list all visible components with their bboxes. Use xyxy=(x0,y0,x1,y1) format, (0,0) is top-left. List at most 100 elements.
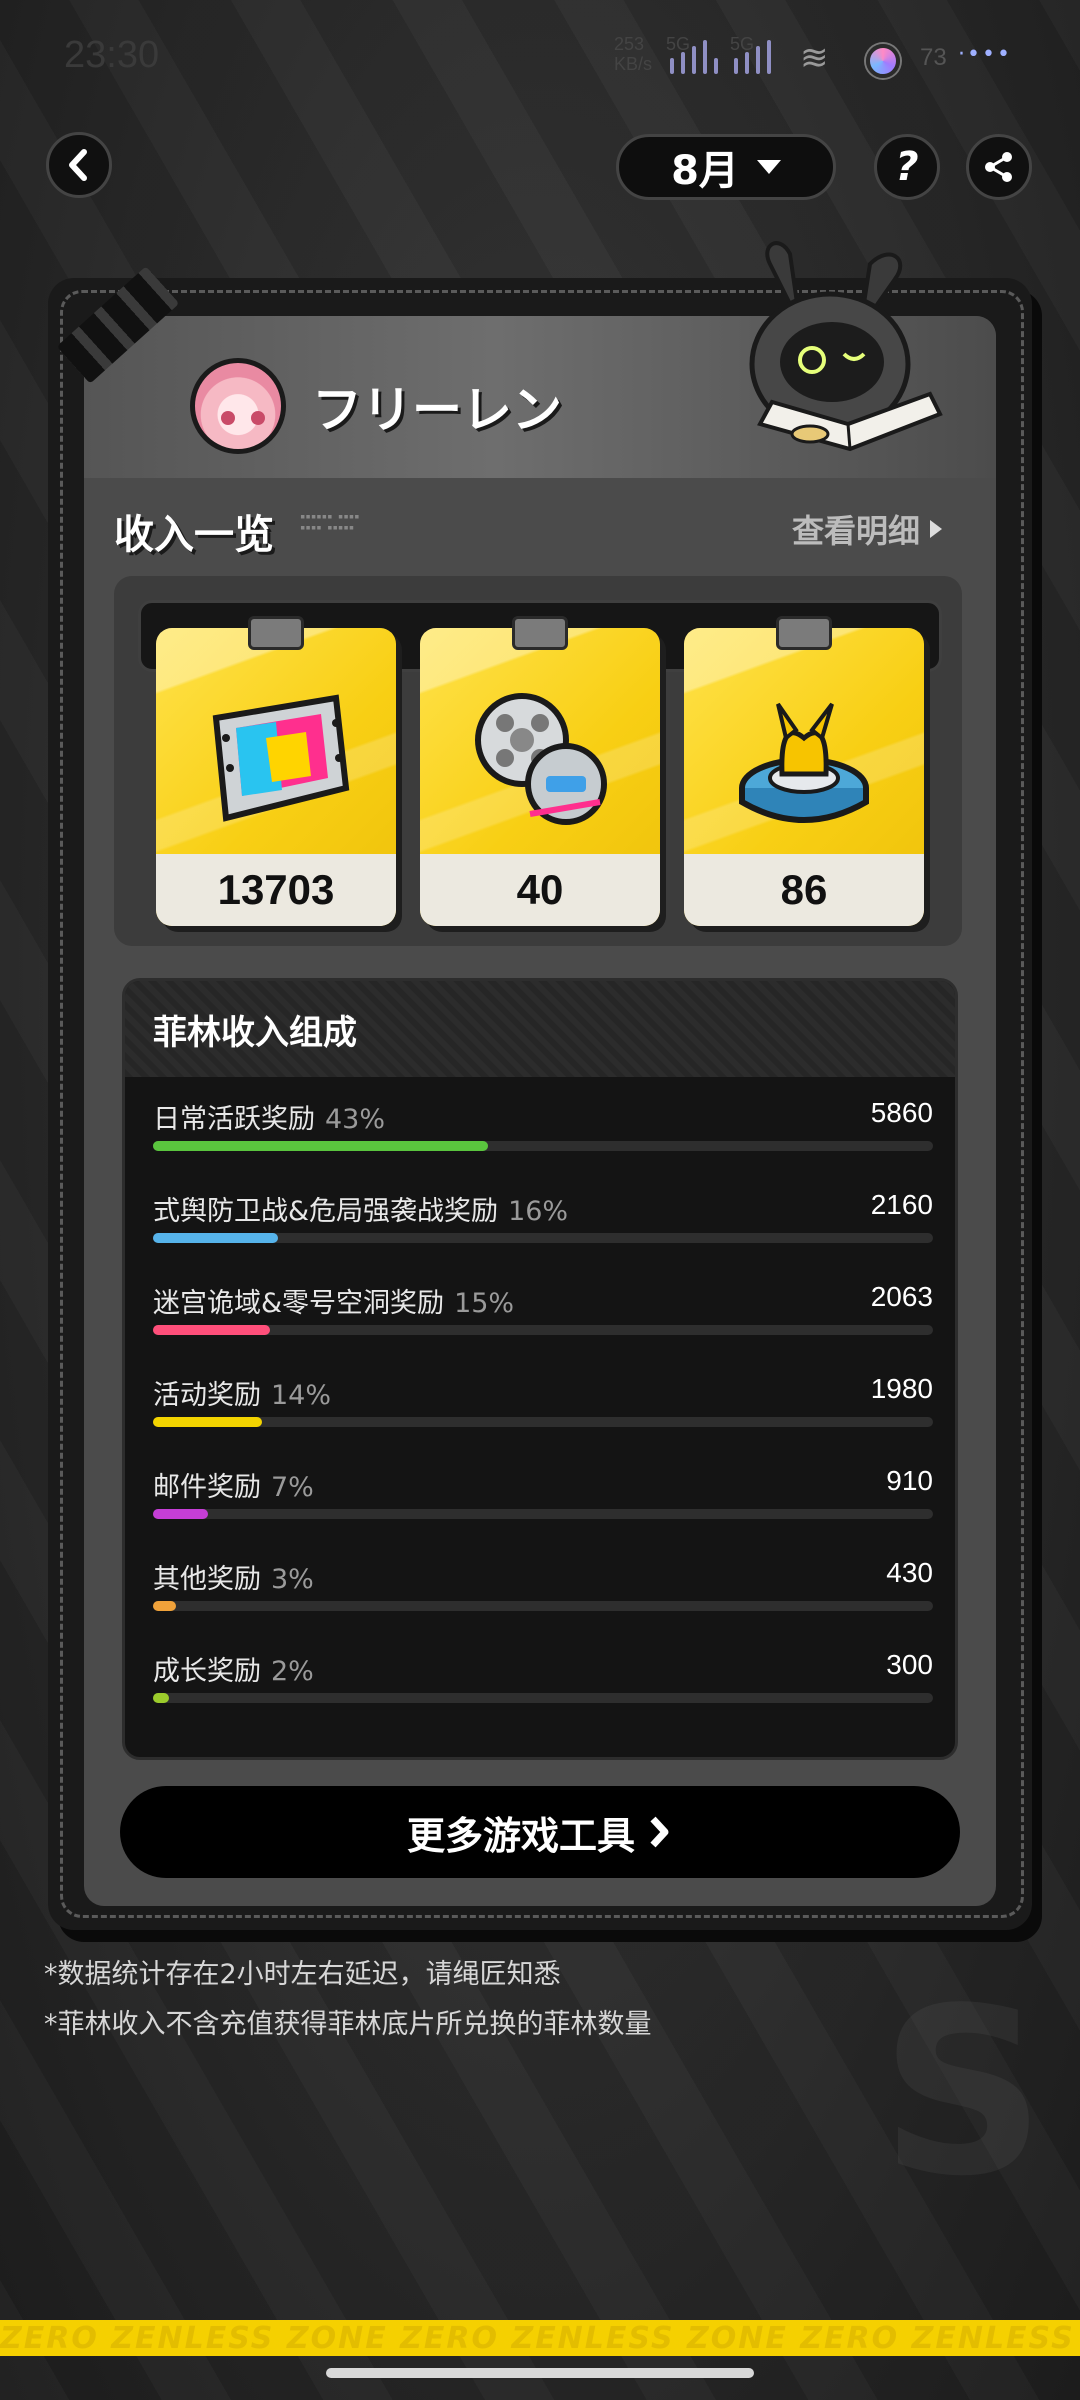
row-label-text: 成长奖励 xyxy=(153,1656,261,1687)
net-speed: 253 KB/s xyxy=(614,34,652,74)
composition-row: 迷宫诡域&零号空洞奖励 15% 2063 xyxy=(153,1281,933,1351)
reading-bunny-mascot-icon xyxy=(749,241,943,452)
more-tools-label: 更多游戏工具 xyxy=(406,1813,635,1858)
row-bar-fill xyxy=(153,1325,270,1335)
month-label: 8月 xyxy=(671,148,739,194)
row-bar-track xyxy=(153,1509,933,1519)
row-label-text: 邮件奖励 xyxy=(153,1472,261,1503)
row-bar-track xyxy=(153,1417,933,1427)
wifi-icon: ≋ xyxy=(800,38,829,78)
row-bar-fill xyxy=(153,1417,263,1427)
more-tools-button[interactable]: 更多游戏工具 xyxy=(120,1786,960,1878)
chevron-left-icon xyxy=(69,149,87,181)
caret-right-icon xyxy=(930,520,943,538)
row-label: 迷宫诡域&零号空洞奖励 15% xyxy=(153,1281,514,1320)
income-composition-panel: 菲林收入组成 日常活跃奖励 43% 5860 式舆防卫战&危局强袭战奖励 16% 2160… xyxy=(122,978,958,1760)
month-selector[interactable]: 8月 xyxy=(616,134,836,200)
username: フリーレン xyxy=(312,381,562,439)
composition-row: 活动奖励 14% 1980 xyxy=(153,1373,933,1443)
reel-count: 40 xyxy=(516,866,564,913)
row-label-text: 迷宫诡域&零号空洞奖励 xyxy=(153,1288,445,1319)
tile-tab-clip xyxy=(512,616,568,650)
composition-title: 菲林收入组成 xyxy=(153,1013,357,1053)
brand-ticker: ZERO ZENLESS ZONE ZERO ZENLESS ZONE ZERO… xyxy=(0,2320,1080,2356)
row-percent: 3% xyxy=(271,1564,314,1595)
row-value: 430 xyxy=(886,1557,933,1588)
row-label: 式舆防卫战&危局强袭战奖励 16% xyxy=(153,1189,568,1228)
composition-row: 邮件奖励 7% 910 xyxy=(153,1465,933,1535)
bangboo-tower-icon xyxy=(739,702,869,823)
note-exclusion: *菲林收入不含充值获得菲林底片所兑换的菲林数量 xyxy=(44,2009,652,2040)
row-bar-track xyxy=(153,1693,933,1703)
more-dots-icon: ·••• xyxy=(958,42,1012,67)
status-bar: 23:30 253 KB/s 5G 5G ≋ 73 ·••• xyxy=(0,0,1080,110)
row-label: 活动奖励 14% xyxy=(153,1373,331,1412)
background-deco: S xyxy=(880,1960,1046,2227)
battery-level: 73 xyxy=(920,44,947,71)
row-label: 成长奖励 2% xyxy=(153,1649,314,1688)
back-button[interactable] xyxy=(46,132,112,198)
assistant-icon xyxy=(866,44,900,78)
composition-row: 式舆防卫战&危局强袭战奖励 16% 2160 xyxy=(153,1189,933,1259)
row-bar-fill xyxy=(153,1233,278,1243)
tile-value-strip: 86 xyxy=(684,854,924,926)
signal-icon-2 xyxy=(734,40,794,74)
row-label-text: 其他奖励 xyxy=(153,1564,261,1595)
share-icon xyxy=(985,152,1012,182)
tile-tab-clip xyxy=(776,616,832,650)
income-tile-film: 13703 xyxy=(156,628,396,926)
net-speed-value: 253 xyxy=(614,34,645,54)
net-speed-unit: KB/s xyxy=(614,54,653,74)
row-bar-fill xyxy=(153,1693,169,1703)
ticker-text: ZERO ZENLESS ZONE ZERO ZENLESS ZONE ZERO… xyxy=(0,2320,1080,2356)
row-label-text: 活动奖励 xyxy=(153,1380,261,1411)
section-title: 收入一览 xyxy=(114,512,274,558)
avatar xyxy=(190,358,286,454)
row-bar-fill xyxy=(153,1141,489,1151)
row-bar-track xyxy=(153,1601,933,1611)
row-percent: 16% xyxy=(508,1196,569,1227)
section-micro-label: ▪▪▪▪▪▪ ▪▪▪▪ ▪▪▪▪ ▪▪▪▪▪ xyxy=(300,512,360,533)
double-chevron-right-icon xyxy=(650,1816,669,1848)
income-tile-tower: 86 xyxy=(684,628,924,926)
film-reel-icon xyxy=(212,694,350,822)
row-percent: 7% xyxy=(271,1472,314,1503)
row-label: 其他奖励 3% xyxy=(153,1557,314,1596)
row-bar-track xyxy=(153,1233,933,1243)
tile-value-strip: 13703 xyxy=(156,854,396,926)
tile-tab-clip xyxy=(248,616,304,650)
row-value: 910 xyxy=(886,1465,933,1496)
row-bar-fill xyxy=(153,1601,177,1611)
signal-icon xyxy=(670,40,730,74)
row-bar-track xyxy=(153,1325,933,1335)
share-button[interactable] xyxy=(966,134,1032,200)
row-bar-track xyxy=(153,1141,933,1151)
film-reels-icon xyxy=(475,693,607,825)
view-details-link[interactable]: 查看明细 xyxy=(792,506,943,552)
income-tile-reels: 40 xyxy=(420,628,660,926)
row-percent: 2% xyxy=(271,1656,314,1687)
row-value: 5860 xyxy=(870,1097,933,1128)
caret-down-icon xyxy=(756,160,781,174)
row-percent: 43% xyxy=(325,1104,386,1135)
view-details-label: 查看明细 xyxy=(792,512,921,550)
row-percent: 14% xyxy=(271,1380,332,1411)
row-label-text: 日常活跃奖励 xyxy=(153,1104,315,1135)
help-button[interactable]: ? xyxy=(874,134,940,200)
row-label: 邮件奖励 7% xyxy=(153,1465,314,1504)
composition-row: 成长奖励 2% 300 xyxy=(153,1649,933,1719)
row-label: 日常活跃奖励 43% xyxy=(153,1097,385,1136)
note-delay: *数据统计存在2小时左右延迟，请绳匠知悉 xyxy=(44,1959,561,1990)
row-label-text: 式舆防卫战&危局强袭战奖励 xyxy=(153,1196,499,1227)
row-value: 2160 xyxy=(870,1189,933,1220)
status-time: 23:30 xyxy=(64,34,160,76)
home-indicator[interactable] xyxy=(326,2368,754,2378)
row-value: 2063 xyxy=(870,1281,933,1312)
question-icon: ? xyxy=(895,144,919,190)
film-count: 13703 xyxy=(217,866,335,913)
tower-count: 86 xyxy=(780,866,828,913)
row-bar-fill xyxy=(153,1509,208,1519)
row-percent: 15% xyxy=(454,1288,515,1319)
tile-value-strip: 40 xyxy=(420,854,660,926)
composition-row: 其他奖励 3% 430 xyxy=(153,1557,933,1627)
